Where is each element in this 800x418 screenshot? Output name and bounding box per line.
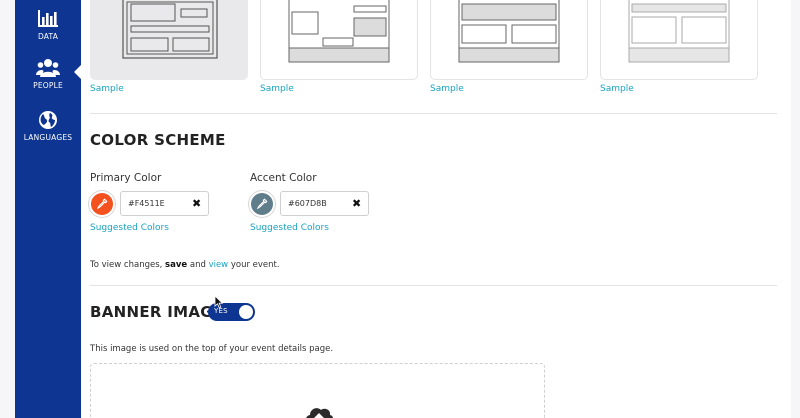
people-icon	[36, 59, 60, 77]
sample-link-2[interactable]: Sample	[260, 84, 294, 94]
sidebar-item-label: PEOPLE	[33, 81, 63, 90]
help-text: To view changes,	[90, 260, 163, 270]
layout-card-2[interactable]	[260, 0, 418, 80]
layout-thumbnail	[122, 0, 218, 59]
globe-icon	[39, 111, 57, 129]
sample-link-1[interactable]: Sample	[90, 84, 124, 94]
primary-clear-icon[interactable]: ✖	[192, 198, 201, 209]
help-text: and	[189, 260, 206, 270]
banner-image-title: BANNER IMAGE	[90, 303, 224, 321]
bar-chart-icon	[38, 10, 58, 27]
main-content: Sample Sample Sample Sample COLOR SCHEME…	[81, 0, 791, 418]
primary-suggested-colors-link[interactable]: Suggested Colors	[90, 223, 169, 233]
help-text: your event.	[230, 260, 280, 270]
eyedropper-icon	[256, 198, 268, 210]
layout-card-3[interactable]	[430, 0, 588, 80]
divider	[90, 285, 777, 286]
divider	[90, 113, 777, 114]
layout-card-4[interactable]	[600, 0, 758, 80]
sidebar-item-people[interactable]: PEOPLE	[15, 58, 81, 90]
toggle-knob	[239, 305, 253, 319]
layout-thumbnail	[288, 0, 390, 63]
save-emphasis: save	[165, 260, 188, 270]
sample-link-3[interactable]: Sample	[430, 84, 464, 94]
color-scheme-title: COLOR SCHEME	[90, 131, 226, 149]
sidebar-item-data[interactable]: DATA	[15, 9, 81, 41]
mouse-cursor-icon	[214, 295, 224, 309]
eyedropper-icon	[96, 198, 108, 210]
sidebar-item-label: LANGUAGES	[23, 133, 73, 142]
primary-color-swatch[interactable]	[91, 193, 113, 215]
accent-suggested-colors-link[interactable]: Suggested Colors	[250, 223, 329, 233]
view-event-link[interactable]: view	[209, 260, 229, 270]
layout-thumbnail	[458, 0, 560, 63]
cloud-upload-icon	[306, 408, 334, 418]
sample-link-4[interactable]: Sample	[600, 84, 634, 94]
view-changes-help: To view changes, save and view your even…	[90, 260, 280, 270]
layout-card-1[interactable]	[90, 0, 248, 80]
accent-color-swatch[interactable]	[251, 193, 273, 215]
accent-color-label: Accent Color	[250, 172, 317, 184]
banner-description: This image is used on the top of your ev…	[90, 344, 334, 354]
layout-thumbnail	[628, 0, 730, 63]
sidebar-item-label: DATA	[37, 32, 59, 41]
sidebar-item-languages[interactable]: LANGUAGES	[15, 110, 81, 142]
accent-clear-icon[interactable]: ✖	[352, 198, 361, 209]
primary-color-label: Primary Color	[90, 172, 162, 184]
sidebar: DATA PEOPLE LANGUAGES	[15, 0, 81, 418]
banner-upload-dropzone[interactable]	[90, 363, 545, 418]
